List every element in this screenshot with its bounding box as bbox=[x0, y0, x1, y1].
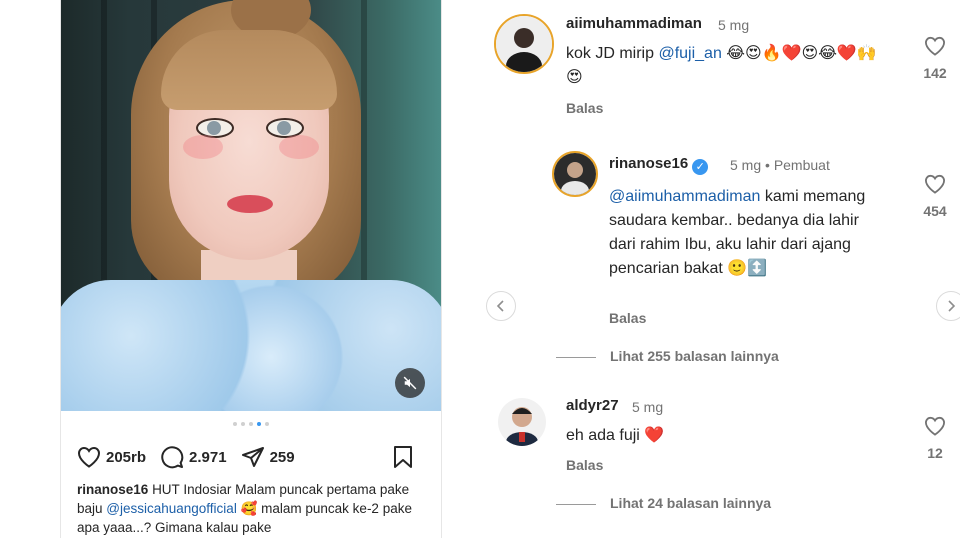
share-action[interactable]: 259 bbox=[241, 446, 295, 468]
comment-username[interactable]: aiimuhammadiman bbox=[566, 15, 702, 32]
avatar-photo bbox=[496, 16, 552, 72]
comment-text: eh ada fuji ❤️ bbox=[566, 427, 665, 444]
comment-text: @aiimuhammadiman kami memang saudara kem… bbox=[609, 185, 874, 281]
comments-panel: aiimuhammadiman 5 mg kok JD mirip @fuji_… bbox=[476, 0, 960, 538]
view-more-replies[interactable]: Lihat 24 balasan lainnya bbox=[556, 495, 771, 511]
divider-line bbox=[556, 503, 596, 505]
lips-shape bbox=[227, 195, 273, 213]
carousel-indicator bbox=[61, 422, 441, 430]
like-action[interactable]: 205rb bbox=[77, 446, 146, 468]
bookmark-icon bbox=[394, 446, 412, 468]
post-photo[interactable] bbox=[61, 0, 441, 411]
right-blush bbox=[279, 135, 319, 159]
comment-like-count: 12 bbox=[927, 445, 943, 461]
comment-meta: 5 mg • Pembuat bbox=[730, 157, 830, 173]
comment-like[interactable]: 12 bbox=[917, 416, 953, 461]
next-button[interactable] bbox=[936, 291, 960, 321]
carousel-dot bbox=[241, 422, 245, 426]
carousel-dot-active bbox=[257, 422, 261, 426]
reply-button[interactable]: Balas bbox=[609, 310, 646, 326]
avatar-photo bbox=[554, 153, 596, 195]
speaker-muted-icon bbox=[403, 376, 417, 390]
carousel-dot bbox=[249, 422, 253, 426]
divider-line bbox=[556, 356, 596, 358]
comment-mention[interactable]: @aiimuhammadiman bbox=[609, 188, 760, 205]
reply-button[interactable]: Balas bbox=[566, 457, 603, 473]
caption-mention[interactable]: @jessicahuangofficial bbox=[106, 501, 237, 516]
avatar-photo bbox=[498, 398, 546, 446]
comment-count: 2.971 bbox=[189, 448, 227, 466]
mute-button[interactable] bbox=[395, 368, 425, 398]
share-count: 259 bbox=[269, 448, 295, 466]
heart-icon bbox=[924, 36, 946, 56]
comment-like[interactable]: 142 bbox=[917, 36, 953, 81]
view-more-replies-label: Lihat 255 balasan lainnya bbox=[610, 348, 779, 364]
like-count: 205rb bbox=[106, 448, 147, 466]
comment-username[interactable]: rinanose16 ✓ bbox=[609, 155, 709, 175]
avatar[interactable] bbox=[498, 398, 546, 446]
reply-button[interactable]: Balas bbox=[566, 100, 603, 116]
carousel-dot bbox=[233, 422, 237, 426]
heart-icon bbox=[924, 174, 946, 194]
avatar[interactable] bbox=[494, 14, 554, 74]
left-blush bbox=[183, 135, 223, 159]
post-caption: rinanose16 HUT Indosiar Malam puncak per… bbox=[77, 480, 429, 537]
comment-text: kok JD mirip @fuji_an 😂😍🔥❤️😍😂❤️🙌😍 bbox=[566, 42, 886, 90]
comment-like-count: 142 bbox=[923, 65, 947, 81]
comment-time: 5 mg bbox=[730, 157, 762, 173]
chevron-right-icon bbox=[948, 300, 956, 312]
view-more-replies[interactable]: Lihat 255 balasan lainnya bbox=[556, 348, 779, 364]
post-card: 205rb 2.971 259 rinanose16 HUT Indosiar … bbox=[60, 0, 442, 538]
comment-mention[interactable]: @fuji_an bbox=[658, 45, 721, 62]
bangs-shape bbox=[161, 30, 337, 110]
heart-icon bbox=[77, 446, 101, 468]
blue-dress-shape bbox=[61, 280, 441, 411]
author-label: Pembuat bbox=[773, 157, 830, 173]
reply-username-text: rinanose16 bbox=[609, 155, 689, 172]
comment-like-count: 454 bbox=[923, 203, 947, 219]
carousel-dot bbox=[265, 422, 269, 426]
save-action[interactable] bbox=[393, 445, 413, 469]
comment-like[interactable]: 454 bbox=[917, 174, 953, 219]
comment-time: 5 mg bbox=[718, 17, 750, 33]
heart-icon bbox=[924, 416, 946, 436]
avatar[interactable] bbox=[552, 151, 598, 197]
post-actions: 205rb 2.971 259 bbox=[77, 444, 427, 470]
send-icon bbox=[241, 447, 264, 467]
comment-bubble-icon bbox=[161, 446, 184, 469]
meta-separator: • bbox=[765, 157, 774, 173]
view-more-replies-label: Lihat 24 balasan lainnya bbox=[610, 495, 772, 511]
verified-badge-icon: ✓ bbox=[692, 159, 709, 175]
previous-button[interactable] bbox=[486, 291, 516, 321]
comment-action[interactable]: 2.971 bbox=[160, 445, 227, 469]
caption-username[interactable]: rinanose16 bbox=[77, 482, 148, 497]
chevron-left-icon bbox=[496, 300, 504, 312]
comment-username[interactable]: aldyr27 bbox=[566, 397, 619, 414]
comment-text-prefix: kok JD mirip bbox=[566, 45, 659, 62]
comment-time: 5 mg bbox=[632, 399, 664, 415]
caption-emoji: 🥰 bbox=[240, 501, 258, 516]
